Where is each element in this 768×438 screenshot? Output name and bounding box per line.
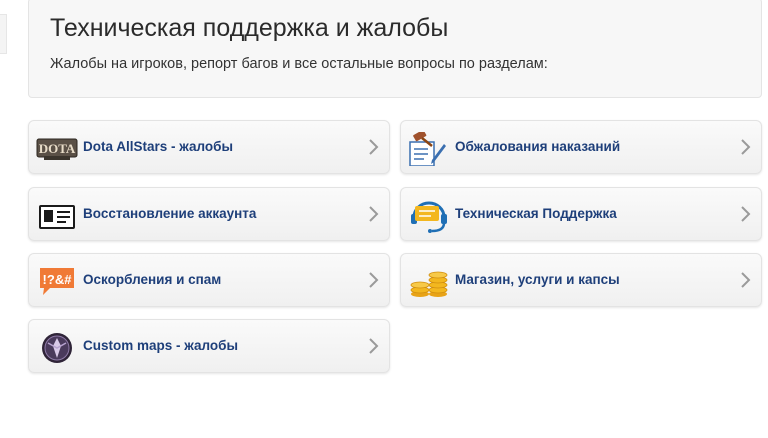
sidebar-edge bbox=[0, 14, 7, 54]
page-title: Техническая поддержка и жалобы bbox=[50, 14, 449, 42]
category-label: Восстановление аккаунта bbox=[83, 206, 257, 221]
category-custom-maps[interactable]: Custom maps - жалобы bbox=[28, 319, 390, 373]
swear-bubble-icon: !?&# bbox=[36, 265, 76, 297]
category-insults-spam[interactable]: !?&# Оскорбления и спам bbox=[28, 253, 390, 307]
chevron-right-icon bbox=[739, 205, 751, 223]
category-appeals[interactable]: Обжалования наказаний bbox=[400, 120, 762, 174]
headset-icon bbox=[408, 199, 448, 233]
page: Техническая поддержка и жалобы Жалобы на… bbox=[0, 0, 768, 438]
category-account-recovery[interactable]: Восстановление аккаунта bbox=[28, 187, 390, 241]
chevron-right-icon bbox=[739, 271, 751, 289]
category-shop[interactable]: Магазин, услуги и капсы bbox=[400, 253, 762, 307]
category-label: Dota AllStars - жалобы bbox=[83, 139, 234, 154]
category-label: Оскорбления и спам bbox=[83, 272, 222, 287]
coins-icon bbox=[408, 265, 448, 297]
page-subtitle: Жалобы на игроков, репорт багов и все ос… bbox=[50, 56, 548, 72]
chevron-right-icon bbox=[367, 138, 379, 156]
id-card-icon bbox=[36, 199, 76, 231]
svg-text:!?&#: !?&# bbox=[43, 272, 73, 287]
chevron-right-icon bbox=[367, 271, 379, 289]
chevron-right-icon bbox=[739, 138, 751, 156]
chevron-right-icon bbox=[367, 337, 379, 355]
category-label: Обжалования наказаний bbox=[455, 139, 621, 154]
category-dota-allstars[interactable]: DOTA Dota AllStars - жалобы bbox=[28, 120, 390, 174]
category-label: Техническая Поддержка bbox=[455, 206, 617, 221]
svg-text:DOTA: DOTA bbox=[39, 141, 76, 156]
category-tech-support[interactable]: Техническая Поддержка bbox=[400, 187, 762, 241]
gavel-icon bbox=[408, 132, 448, 166]
category-label: Магазин, услуги и капсы bbox=[455, 272, 620, 287]
dota-logo-icon: DOTA bbox=[36, 132, 78, 164]
chevron-right-icon bbox=[367, 205, 379, 223]
category-label: Custom maps - жалобы bbox=[83, 338, 239, 353]
section-header: Техническая поддержка и жалобы Жалобы на… bbox=[28, 0, 762, 98]
custom-maps-emblem-icon bbox=[36, 331, 76, 363]
